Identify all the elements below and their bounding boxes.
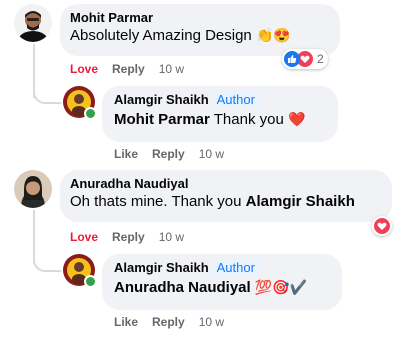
love-reaction-icon bbox=[374, 218, 390, 234]
red-heart-emoji: ❤️ bbox=[287, 111, 306, 127]
reply-actions: Like Reply 10 w bbox=[114, 315, 238, 329]
reply-actions: Like Reply 10 w bbox=[114, 147, 238, 161]
reply-bubble: Alamgir Shaikh Author Mohit Parmar Thank … bbox=[102, 86, 338, 142]
reply-button[interactable]: Reply bbox=[152, 315, 185, 329]
comment-actions: Love Reply 10 w bbox=[70, 230, 198, 244]
mention-link[interactable]: Mohit Parmar bbox=[114, 111, 210, 128]
reaction-summary[interactable]: 2 bbox=[282, 49, 328, 69]
reply-text-line: Anuradha Naudiyal 💯🎯✔️ bbox=[114, 279, 330, 296]
reply-author[interactable]: Alamgir Shaikh bbox=[114, 92, 209, 107]
reply-button[interactable]: Reply bbox=[112, 230, 145, 244]
reply-author-line: Alamgir Shaikh Author bbox=[114, 91, 326, 108]
mention-link[interactable]: Anuradha Naudiyal bbox=[114, 279, 251, 296]
thread-curve bbox=[33, 60, 61, 104]
like-button[interactable]: Like bbox=[114, 315, 138, 329]
reply-text-line: Mohit Parmar Thank you ❤️ bbox=[114, 111, 326, 128]
reaction-count: 2 bbox=[317, 52, 324, 66]
avatar[interactable] bbox=[14, 170, 52, 208]
comment-author[interactable]: Anuradha Naudiyal bbox=[70, 176, 382, 191]
thread-curve bbox=[33, 228, 61, 272]
avatar[interactable] bbox=[14, 4, 52, 42]
author-badge: Author bbox=[212, 91, 259, 108]
comment-author[interactable]: Mohit Parmar bbox=[70, 10, 330, 25]
hundred-target-check-emoji: 💯🎯✔️ bbox=[254, 279, 308, 295]
timestamp[interactable]: 10 w bbox=[159, 62, 184, 76]
love-button[interactable]: Love bbox=[70, 230, 98, 244]
comment-actions: Love Reply 10 w bbox=[70, 62, 198, 76]
comment-text: Absolutely Amazing Design bbox=[70, 27, 252, 44]
mention-link[interactable]: Alamgir Shaikh bbox=[246, 193, 355, 210]
online-status-dot bbox=[84, 107, 97, 120]
love-button[interactable]: Love bbox=[70, 62, 98, 76]
reply-button[interactable]: Reply bbox=[152, 147, 185, 161]
comment-text: Oh thats mine. Thank you bbox=[70, 193, 242, 210]
reply-author-line: Alamgir Shaikh Author bbox=[114, 259, 330, 276]
comment-bubble: Anuradha Naudiyal Oh thats mine. Thank y… bbox=[60, 170, 392, 222]
reply-text: Thank you bbox=[213, 111, 284, 128]
comment-text-line: Absolutely Amazing Design 👏😍 bbox=[70, 27, 330, 44]
like-button[interactable]: Like bbox=[114, 147, 138, 161]
clap-emoji: 👏 bbox=[255, 27, 274, 43]
online-status-dot bbox=[84, 275, 97, 288]
like-reaction-icon bbox=[284, 51, 300, 67]
timestamp[interactable]: 10 w bbox=[199, 315, 224, 329]
timestamp[interactable]: 10 w bbox=[159, 230, 184, 244]
comment-text-line: Oh thats mine. Thank you Alamgir Shaikh bbox=[70, 193, 382, 210]
timestamp[interactable]: 10 w bbox=[199, 147, 224, 161]
reaction-summary[interactable] bbox=[372, 216, 392, 236]
reply-bubble: Alamgir Shaikh Author Anuradha Naudiyal 💯… bbox=[102, 254, 342, 310]
heart-eyes-emoji: 😍 bbox=[273, 27, 291, 43]
author-badge: Author bbox=[212, 259, 259, 276]
reply-button[interactable]: Reply bbox=[112, 62, 145, 76]
reply-author[interactable]: Alamgir Shaikh bbox=[114, 260, 209, 275]
